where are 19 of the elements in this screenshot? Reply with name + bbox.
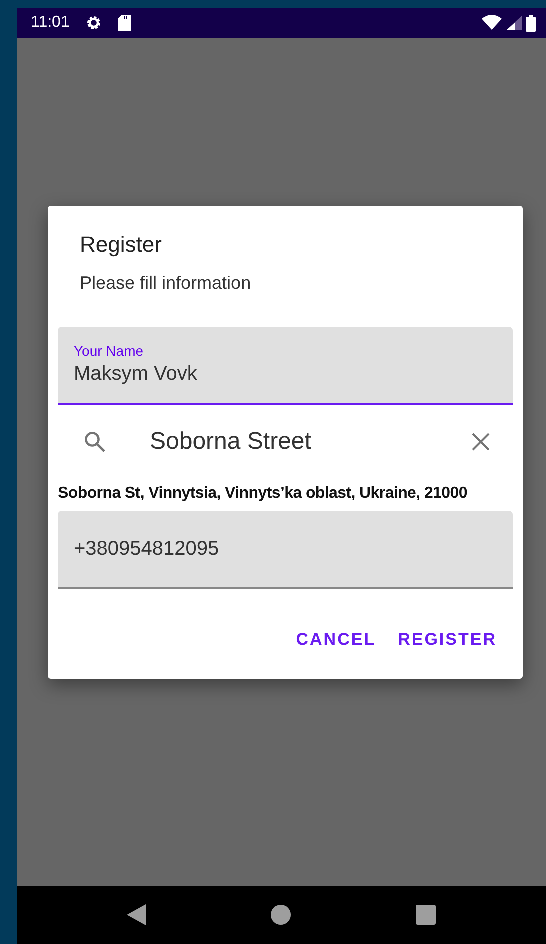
address-text: Soborna St, Vinnytsia, Vinnyts’ka oblast, Ukraine, 21000 — [58, 484, 468, 504]
dialog-title: Register — [79, 231, 163, 259]
search-icon[interactable] — [84, 431, 106, 453]
home-icon[interactable] — [271, 905, 292, 925]
name-field[interactable]: Your Name Maksym Vovk — [58, 327, 513, 405]
register-button[interactable]: REGISTER — [398, 625, 497, 654]
phone-field[interactable]: +380954812095 — [58, 511, 513, 589]
recents-icon[interactable] — [416, 905, 436, 925]
battery-icon — [526, 14, 536, 32]
close-icon[interactable] — [471, 432, 491, 452]
sd-card-icon — [118, 15, 131, 31]
status-time: 11:01 — [31, 13, 70, 33]
cancel-button[interactable]: CANCEL — [296, 625, 376, 654]
gear-icon — [86, 15, 102, 31]
signal-icon — [506, 15, 522, 31]
dialog-message: Please fill information — [79, 272, 252, 295]
wifi-icon — [482, 15, 502, 31]
back-icon[interactable] — [127, 904, 148, 926]
search-field[interactable]: Soborna Street — [150, 424, 471, 460]
